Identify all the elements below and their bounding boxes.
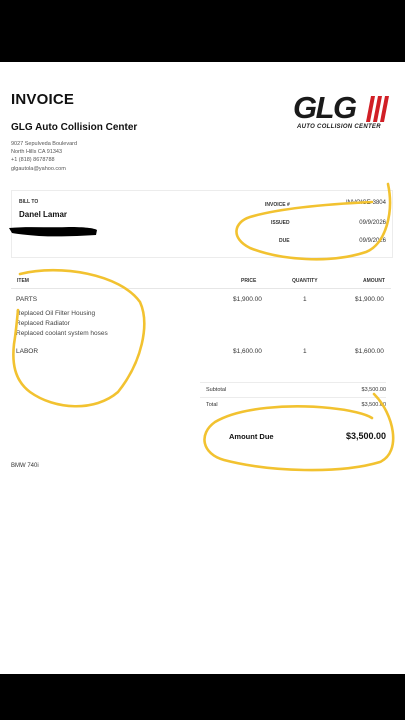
subtotal-value: $3,500.00 [361, 387, 386, 393]
bill-to-box: BILL TO Danel Lamar INVOICE # INVOICE-38… [9, 190, 393, 258]
column-quantity: QUANTITY [292, 278, 318, 284]
column-price: PRICE [241, 278, 257, 284]
invoice-number-value: INVOICE-3804 [345, 200, 386, 206]
amount-due-value: $3,500.00 [345, 431, 386, 441]
company-address: 9027 Sepulveda Boulevard North Hills CA … [11, 140, 77, 173]
amount-due-label: Amount Due [229, 432, 274, 441]
invoice-page: INVOICE GLG Auto Collision Center 9027 S… [0, 62, 405, 674]
subtotal-label: Subtotal [206, 387, 227, 393]
customer-name: Danel Lamar [19, 210, 68, 219]
vehicle-note: BMW 740i [11, 463, 39, 469]
table-header: ITEM PRICE QUANTITY AMOUNT [11, 274, 391, 289]
logo-tagline: AUTO COLLISION CENTER [297, 124, 381, 130]
logo-stripes-icon [366, 96, 389, 122]
address-line: North Hills CA 91343 [11, 149, 63, 156]
item-name: PARTS [16, 296, 38, 303]
item-quantity: 1 [303, 348, 307, 355]
item-details: Replaced Oil Filter Housing Replaced Rad… [16, 309, 108, 339]
column-amount: AMOUNT [363, 278, 385, 284]
item-amount: $1,600.00 [355, 348, 384, 355]
detail-line: Replaced Radiator [16, 320, 70, 327]
item-quantity: 1 [303, 296, 307, 303]
issued-value: 09/9/2026 [359, 220, 386, 226]
column-item: ITEM [17, 278, 29, 284]
bill-to-label: BILL TO [19, 199, 39, 205]
detail-line: Replaced Oil Filter Housing [16, 310, 96, 317]
item-name: LABOR [16, 348, 39, 355]
item-amount: $1,900.00 [355, 296, 384, 303]
address-line: 9027 Sepulveda Boulevard [11, 141, 78, 147]
invoice-number-label: INVOICE # [265, 202, 290, 208]
item-price: $1,900.00 [233, 296, 262, 303]
issued-label: ISSUED [271, 220, 290, 226]
company-name: GLG Auto Collision Center [11, 122, 138, 133]
due-label: DUE [279, 238, 290, 244]
invoice-title: INVOICE [11, 91, 75, 108]
total-row: Total $3,500.00 [200, 397, 386, 412]
total-value: $3,500.00 [361, 402, 386, 408]
phone-line: +1 (818) 8678788 [11, 157, 55, 164]
email-line: glgautola@yahoo.com [11, 165, 66, 172]
subtotal-row: Subtotal $3,500.00 [200, 382, 386, 397]
detail-line: Replaced coolant system hoses [16, 330, 108, 337]
due-value: 09/9/2026 [359, 238, 386, 244]
total-label: Total [206, 402, 218, 408]
company-logo: GLG AUTO COLLISION CENTER [293, 90, 391, 134]
redaction-scribble [9, 227, 97, 237]
item-price: $1,600.00 [233, 348, 262, 355]
logo-text: GLG [293, 90, 357, 125]
